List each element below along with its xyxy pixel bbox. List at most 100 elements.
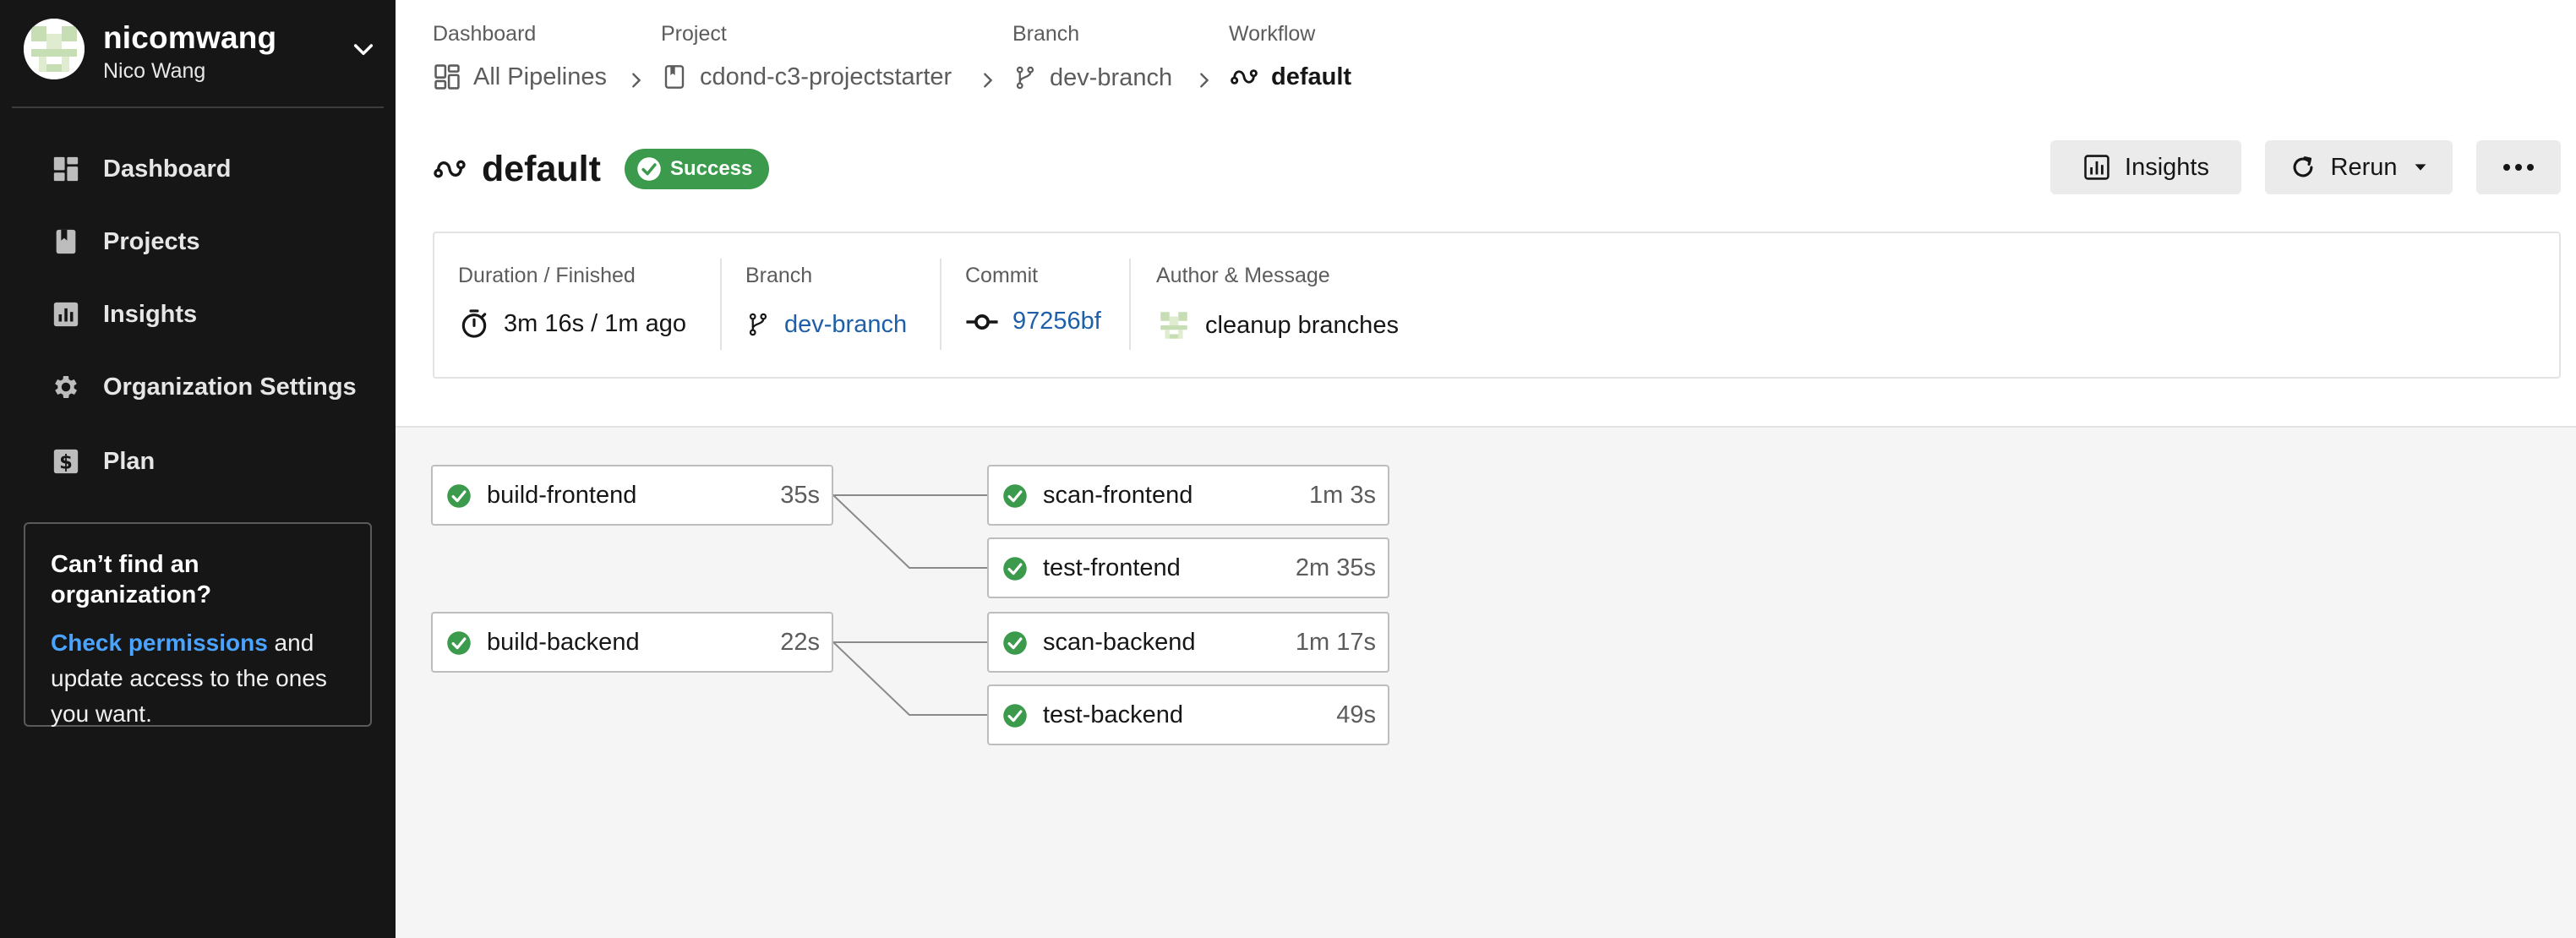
check-permissions-link[interactable]: Check permissions: [51, 630, 268, 656]
branch-link[interactable]: dev-branch: [784, 311, 907, 339]
commit-label: Commit: [965, 264, 1039, 287]
breadcrumb-label-project: Project: [661, 22, 727, 46]
check-circle-icon: [637, 157, 661, 181]
job-scan-backend[interactable]: scan-backend 1m 17s: [987, 612, 1389, 673]
job-duration: 1m 17s: [1295, 629, 1376, 656]
notice-body: Check permissions and update access to t…: [51, 625, 345, 732]
sidebar-item-organization-settings[interactable]: Organization Settings: [0, 353, 396, 421]
chevron-right-icon: [1200, 73, 1209, 88]
chevron-down-icon[interactable]: [350, 35, 377, 63]
job-duration: 22s: [780, 629, 820, 656]
workflow-icon: [1231, 69, 1258, 85]
workflow-info-card: Duration / Finished 3m 16s / 1m ago Bran…: [433, 232, 2561, 379]
more-options-button[interactable]: [2476, 140, 2561, 194]
dashboard-icon: [434, 64, 460, 90]
breadcrumb-all-pipelines[interactable]: All Pipelines: [433, 63, 607, 91]
sidebar-item-plan[interactable]: $ Plan: [0, 428, 396, 495]
breadcrumb-label-branch: Branch: [1012, 22, 1080, 46]
avatar-pattern-icon: [24, 19, 85, 79]
workflow-title-row: default Success: [433, 144, 770, 194]
branch-value: dev-branch: [745, 308, 907, 341]
sidebar-item-label: Dashboard: [103, 155, 232, 183]
status-badge: Success: [624, 149, 770, 189]
job-duration: 35s: [780, 482, 820, 509]
breadcrumb-workflow[interactable]: default: [1229, 63, 1351, 91]
job-build-backend[interactable]: build-backend 22s: [431, 612, 833, 673]
insights-button[interactable]: Insights: [2050, 140, 2241, 194]
check-circle-icon: [1003, 631, 1027, 655]
author-label: Author & Message: [1156, 264, 1330, 287]
job-name: scan-frontend: [1043, 482, 1193, 509]
info-divider: [720, 259, 722, 350]
chevron-right-icon: [984, 73, 992, 88]
duration-label: Duration / Finished: [458, 264, 636, 287]
branch-icon: [1016, 66, 1034, 90]
check-circle-icon: [1003, 484, 1027, 508]
breadcrumb-text: default: [1271, 63, 1352, 90]
more-horizontal-icon: [2503, 164, 2534, 171]
job-duration: 1m 3s: [1309, 482, 1376, 509]
dollar-icon: $: [51, 446, 81, 477]
pipeline-graph: build-frontend 35s scan-frontend 1m 3s t…: [396, 426, 2576, 938]
status-badge-label: Success: [669, 157, 753, 180]
job-duration: 2m 35s: [1295, 554, 1376, 581]
user-handle: nicomwang: [103, 20, 277, 55]
page-title: default: [482, 148, 601, 189]
projects-icon: [51, 226, 81, 257]
user-switcher[interactable]: nicomwang Nico Wang: [24, 19, 385, 85]
job-name: test-frontend: [1043, 554, 1181, 581]
author-avatar-icon: [1156, 308, 1192, 343]
breadcrumb-text: All Pipelines: [473, 63, 607, 90]
refresh-icon: [2293, 156, 2312, 177]
dashboard-icon: [51, 154, 81, 184]
rerun-button[interactable]: Rerun: [2265, 140, 2453, 194]
job-name: build-frontend: [487, 482, 637, 509]
project-icon: [664, 65, 685, 89]
sidebar-item-projects[interactable]: Projects: [0, 208, 396, 275]
check-circle-icon: [447, 484, 471, 508]
info-divider: [940, 259, 941, 350]
duration-text: 3m 16s / 1m ago: [504, 309, 686, 337]
job-duration: 49s: [1336, 701, 1376, 728]
job-name: build-backend: [487, 629, 640, 656]
branch-label: Branch: [745, 264, 813, 287]
branch-icon: [749, 313, 767, 336]
gear-icon: [51, 372, 81, 402]
job-scan-frontend[interactable]: scan-frontend 1m 3s: [987, 465, 1389, 526]
sidebar-item-label: Plan: [103, 447, 156, 475]
breadcrumb-branch[interactable]: dev-branch: [1012, 63, 1172, 93]
notice-title: Can’t find an organization?: [51, 551, 212, 608]
sidebar-item-label: Organization Settings: [103, 373, 357, 401]
sidebar-item-dashboard[interactable]: Dashboard: [0, 135, 396, 203]
duration-value: 3m 16s / 1m ago: [458, 308, 686, 340]
insights-icon: [2084, 155, 2109, 180]
rerun-button-label: Rerun: [2330, 153, 2398, 181]
check-circle-icon: [447, 631, 471, 655]
breadcrumb-text: dev-branch: [1050, 63, 1173, 91]
breadcrumb-project[interactable]: cdond-c3-projectstarter: [661, 63, 952, 91]
job-test-backend[interactable]: test-backend 49s: [987, 684, 1389, 745]
sidebar-divider: [12, 106, 384, 108]
insights-icon: [51, 299, 81, 330]
job-build-frontend[interactable]: build-frontend 35s: [431, 465, 833, 526]
check-circle-icon: [1003, 557, 1027, 581]
sidebar-item-label: Projects: [103, 227, 200, 255]
job-test-frontend[interactable]: test-frontend 2m 35s: [987, 537, 1389, 598]
sidebar-item-insights[interactable]: Insights: [0, 281, 396, 348]
commit-link[interactable]: 97256bf: [1012, 308, 1101, 335]
commit-value: 97256bf: [965, 308, 1101, 335]
job-name: scan-backend: [1043, 629, 1196, 656]
check-circle-icon: [1003, 704, 1027, 728]
svg-text:$: $: [59, 452, 73, 474]
user-full-name: Nico Wang: [103, 59, 206, 83]
sidebar-item-label: Insights: [103, 300, 198, 328]
commit-icon: [966, 314, 998, 330]
job-name: test-backend: [1043, 701, 1184, 728]
main-content: Dashboard Project Branch Workflow All Pi…: [396, 0, 2576, 938]
commit-message: cleanup branches: [1205, 311, 1399, 339]
caret-down-icon: [2415, 164, 2426, 171]
chevron-right-icon: [632, 73, 641, 88]
breadcrumb-label-dashboard: Dashboard: [433, 22, 537, 46]
breadcrumb-label-workflow: Workflow: [1229, 22, 1316, 46]
stopwatch-icon: [461, 309, 487, 338]
